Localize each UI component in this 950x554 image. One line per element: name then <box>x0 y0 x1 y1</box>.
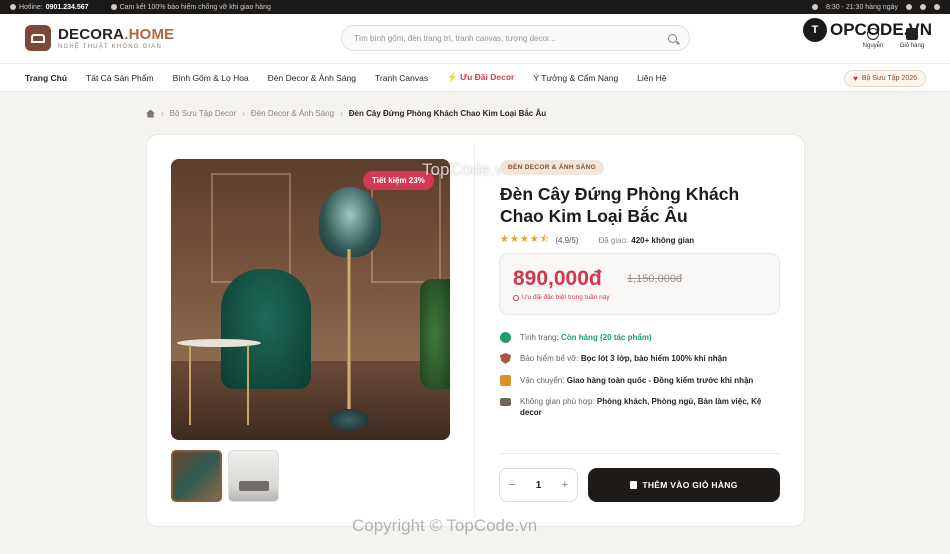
breadcrumb-separator: › <box>161 109 164 118</box>
copyright-watermark: Copyright © TopCode.vn <box>352 516 538 535</box>
insurance-info: Bảo hiểm bể vỡ: Bọc lót 3 lớp, bảo hiểm … <box>500 353 782 364</box>
logo[interactable]: DECORA.HOME NGHỆ THUẬT KHÔNG GIAN <box>25 25 174 51</box>
nav-item-ideas[interactable]: Ý Tưởng & Cẩm Nang <box>533 73 618 83</box>
breadcrumb: › Bộ Sưu Tập Decor › Đèn Decor & Ánh Sán… <box>146 109 546 118</box>
top-bar: Hotline: 0901.234.567 Cam kết 100% bảo h… <box>0 0 950 14</box>
current-price: 890,000đ <box>513 267 602 290</box>
commitment-text: Cam kết 100% bảo hiểm chống vỡ khi giao … <box>119 3 271 11</box>
shopping-bag-icon <box>630 481 638 489</box>
product-title: Đèn Cây Đứng Phòng Khách Chao Kim Loại B… <box>500 184 740 226</box>
decrease-button[interactable]: − <box>509 479 515 491</box>
nav-item-contact[interactable]: Liên Hệ <box>637 73 666 83</box>
nav-item-canvas[interactable]: Tranh Canvas <box>375 73 428 83</box>
collection-label: Bộ Sưu Tập 2026 <box>861 75 917 82</box>
stock-info: Tình trạng: Còn hàng (20 tác phẩm) <box>500 332 782 343</box>
search-icon[interactable] <box>668 33 677 43</box>
clock-icon <box>513 294 519 301</box>
cart-button[interactable]: Giỏ hàng <box>896 28 928 49</box>
discount-badge: Tiết kiệm 23% <box>363 171 434 190</box>
rating-row: ★★★★⯪ (4.9/5) Đã giao: 420+ không gian <box>500 232 694 249</box>
search-input[interactable]: Tìm bình gốm, đèn trang trí, tranh canva… <box>354 34 668 43</box>
user-icon <box>867 28 879 40</box>
nav-item-lighting[interactable]: Đèn Decor & Ánh Sáng <box>268 73 356 83</box>
product-main-image[interactable] <box>171 159 450 440</box>
breadcrumb-category[interactable]: Đèn Decor & Ánh Sáng <box>251 109 334 118</box>
divider <box>500 453 780 454</box>
thumbnail-2[interactable] <box>228 450 279 502</box>
shipping-info: Vận chuyển: Giao hàng toàn quốc - Đồng k… <box>500 375 782 386</box>
account-button[interactable]: Nguyễn <box>857 28 889 49</box>
promo-note: Ưu đãi đặc biệt trong tuần này <box>513 294 610 301</box>
old-price: 1,150,000đ <box>627 273 683 285</box>
category-tag[interactable]: ĐÈN DECOR & ÁNH SÁNG <box>500 160 604 175</box>
price-box: 890,000đ 1,150,000đ Ưu đãi đặc biệt tron… <box>499 253 780 315</box>
shipping-value: Giao hàng toàn quốc - Đồng kiểm trước kh… <box>566 376 754 385</box>
collection-button[interactable]: ♥ Bộ Sưu Tập 2026 <box>844 70 926 87</box>
insurance-value: Bọc lót 3 lớp, bảo hiểm 100% khi nhận <box>580 354 728 363</box>
cart-icon <box>906 28 918 40</box>
increase-button[interactable]: + <box>562 479 568 491</box>
quantity-stepper[interactable]: − 1 + <box>499 468 578 502</box>
thumbnail-1[interactable] <box>171 450 222 502</box>
hotline-number[interactable]: 0901.234.567 <box>46 4 89 11</box>
nav-item-deals[interactable]: ⚡ Ưu Đãi Decor <box>447 72 514 83</box>
quantity-value[interactable]: 1 <box>536 480 542 491</box>
sofa-icon <box>500 398 511 406</box>
shield-icon <box>500 353 511 364</box>
logo-name: DECORA.HOME <box>58 26 175 43</box>
clock-icon <box>811 4 818 10</box>
phone-icon <box>10 4 16 10</box>
instagram-icon[interactable] <box>920 4 926 10</box>
sofa-logo-icon <box>25 25 51 51</box>
facebook-icon[interactable] <box>906 4 912 10</box>
hotline-label: Hotline: <box>19 3 43 11</box>
commitment: Cam kết 100% bảo hiểm chống vỡ khi giao … <box>110 3 271 11</box>
opening-hours: 8:30 - 21:30 hàng ngày <box>825 3 898 11</box>
logo-tagline: NGHỆ THUẬT KHÔNG GIAN <box>58 44 162 50</box>
nav-item-home[interactable]: Trang Chủ <box>25 73 67 83</box>
account-label: Nguyễn <box>862 43 884 49</box>
breadcrumb-current: Đèn Cây Đứng Phòng Khách Chao Kim Loại B… <box>348 109 547 118</box>
heart-icon: ♥ <box>853 74 858 83</box>
header: DECORA.HOME NGHỆ THUẬT KHÔNG GIAN Tìm bì… <box>0 14 950 64</box>
check-circle-icon <box>500 332 511 343</box>
sold-count: Đã giao: 420+ không gian <box>598 236 695 245</box>
shield-icon <box>110 4 117 10</box>
star-rating-icon: ★★★★⯪ <box>500 234 551 245</box>
search-bar[interactable]: Tìm bình gốm, đèn trang trí, tranh canva… <box>341 25 690 51</box>
breadcrumb-separator: › <box>242 109 245 118</box>
add-to-cart-button[interactable]: THÊM VÀO GIỎ HÀNG <box>588 468 780 502</box>
main-nav: Trang Chủ Tất Cả Sản Phẩm Bình Gốm & Lọ … <box>0 64 950 92</box>
rating-text: (4.9/5) <box>555 236 579 245</box>
home-icon[interactable] <box>146 109 155 118</box>
nav-item-all-products[interactable]: Tất Cả Sản Phẩm <box>86 73 154 83</box>
breadcrumb-separator: › <box>340 109 343 118</box>
hotline[interactable]: Hotline: 0901.234.567 <box>10 4 89 11</box>
topcode-logo-icon: T <box>803 18 827 42</box>
topbar-right: 8:30 - 21:30 hàng ngày <box>811 0 940 14</box>
truck-icon <box>500 375 511 386</box>
stock-value: Còn hàng (20 tác phẩm) <box>560 333 652 342</box>
nav-item-ceramics[interactable]: Bình Gốm & Lọ Hoa <box>173 73 249 83</box>
column-divider <box>474 142 475 518</box>
cart-label: Giỏ hàng <box>899 43 925 49</box>
breadcrumb-collection[interactable]: Bộ Sưu Tập Decor <box>170 109 237 118</box>
youtube-icon[interactable] <box>934 4 940 10</box>
space-info: Không gian phù hợp: Phòng khách, Phòng n… <box>500 396 782 418</box>
lightning-icon: ⚡ <box>447 72 461 82</box>
